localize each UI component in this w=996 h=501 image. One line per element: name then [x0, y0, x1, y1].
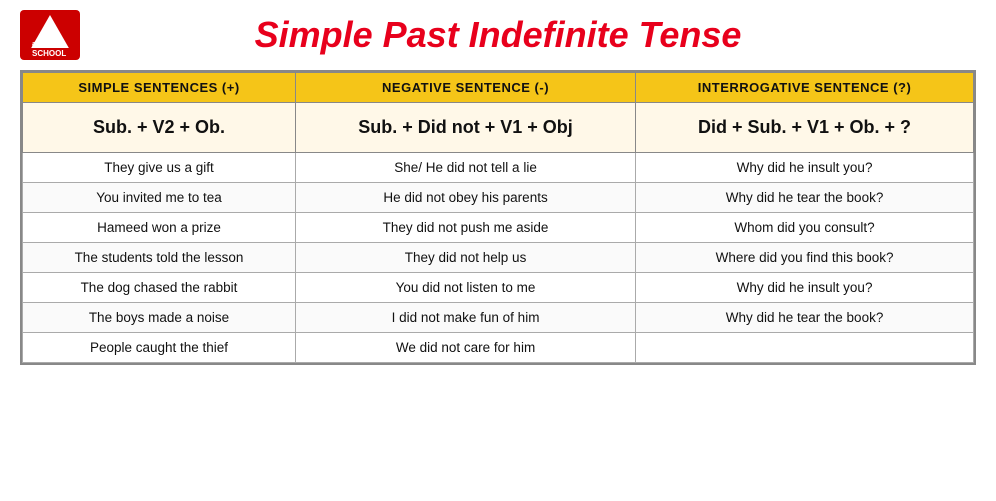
cell-simple: The boys made a noise	[23, 303, 296, 333]
formula-simple: Sub. + V2 + Ob.	[23, 103, 296, 153]
cell-negative: She/ He did not tell a lie	[295, 153, 635, 183]
cell-simple: You invited me to tea	[23, 183, 296, 213]
formula-row: Sub. + V2 + Ob. Sub. + Did not + V1 + Ob…	[23, 103, 974, 153]
cell-negative: You did not listen to me	[295, 273, 635, 303]
page-title: Simple Past Indefinite Tense	[80, 14, 976, 56]
tense-table: SIMPLE SENTENCES (+) NEGATIVE SENTENCE (…	[22, 72, 974, 363]
cell-interrogative	[636, 333, 974, 363]
cell-simple: The students told the lesson	[23, 243, 296, 273]
col-header-interrogative: INTERROGATIVE SENTENCE (?)	[636, 73, 974, 103]
col-header-simple: SIMPLE SENTENCES (+)	[23, 73, 296, 103]
cell-interrogative: Why did he insult you?	[636, 153, 974, 183]
svg-text:adda247: adda247	[32, 41, 60, 48]
col-header-negative: NEGATIVE SENTENCE (-)	[295, 73, 635, 103]
formula-negative: Sub. + Did not + V1 + Obj	[295, 103, 635, 153]
cell-interrogative: Why did he tear the book?	[636, 303, 974, 333]
cell-interrogative: Where did you find this book?	[636, 243, 974, 273]
cell-interrogative: Why did he tear the book?	[636, 183, 974, 213]
cell-negative: They did not help us	[295, 243, 635, 273]
formula-interrogative: Did + Sub. + V1 + Ob. + ?	[636, 103, 974, 153]
column-headers-row: SIMPLE SENTENCES (+) NEGATIVE SENTENCE (…	[23, 73, 974, 103]
table-row: The dog chased the rabbitYou did not lis…	[23, 273, 974, 303]
main-table-wrapper: SIMPLE SENTENCES (+) NEGATIVE SENTENCE (…	[20, 70, 976, 365]
page-header: SCHOOL adda247 Simple Past Indefinite Te…	[20, 10, 976, 60]
table-row: Hameed won a prizeThey did not push me a…	[23, 213, 974, 243]
table-row: People caught the thiefWe did not care f…	[23, 333, 974, 363]
cell-interrogative: Why did he insult you?	[636, 273, 974, 303]
table-row: The boys made a noiseI did not make fun …	[23, 303, 974, 333]
cell-negative: I did not make fun of him	[295, 303, 635, 333]
cell-simple: The dog chased the rabbit	[23, 273, 296, 303]
svg-text:SCHOOL: SCHOOL	[32, 49, 66, 58]
cell-negative: We did not care for him	[295, 333, 635, 363]
cell-interrogative: Whom did you consult?	[636, 213, 974, 243]
adda247-logo: SCHOOL adda247	[20, 10, 80, 60]
cell-simple: Hameed won a prize	[23, 213, 296, 243]
cell-simple: They give us a gift	[23, 153, 296, 183]
table-row: The students told the lessonThey did not…	[23, 243, 974, 273]
cell-negative: He did not obey his parents	[295, 183, 635, 213]
table-row: You invited me to teaHe did not obey his…	[23, 183, 974, 213]
cell-negative: They did not push me aside	[295, 213, 635, 243]
cell-simple: People caught the thief	[23, 333, 296, 363]
table-row: They give us a giftShe/ He did not tell …	[23, 153, 974, 183]
